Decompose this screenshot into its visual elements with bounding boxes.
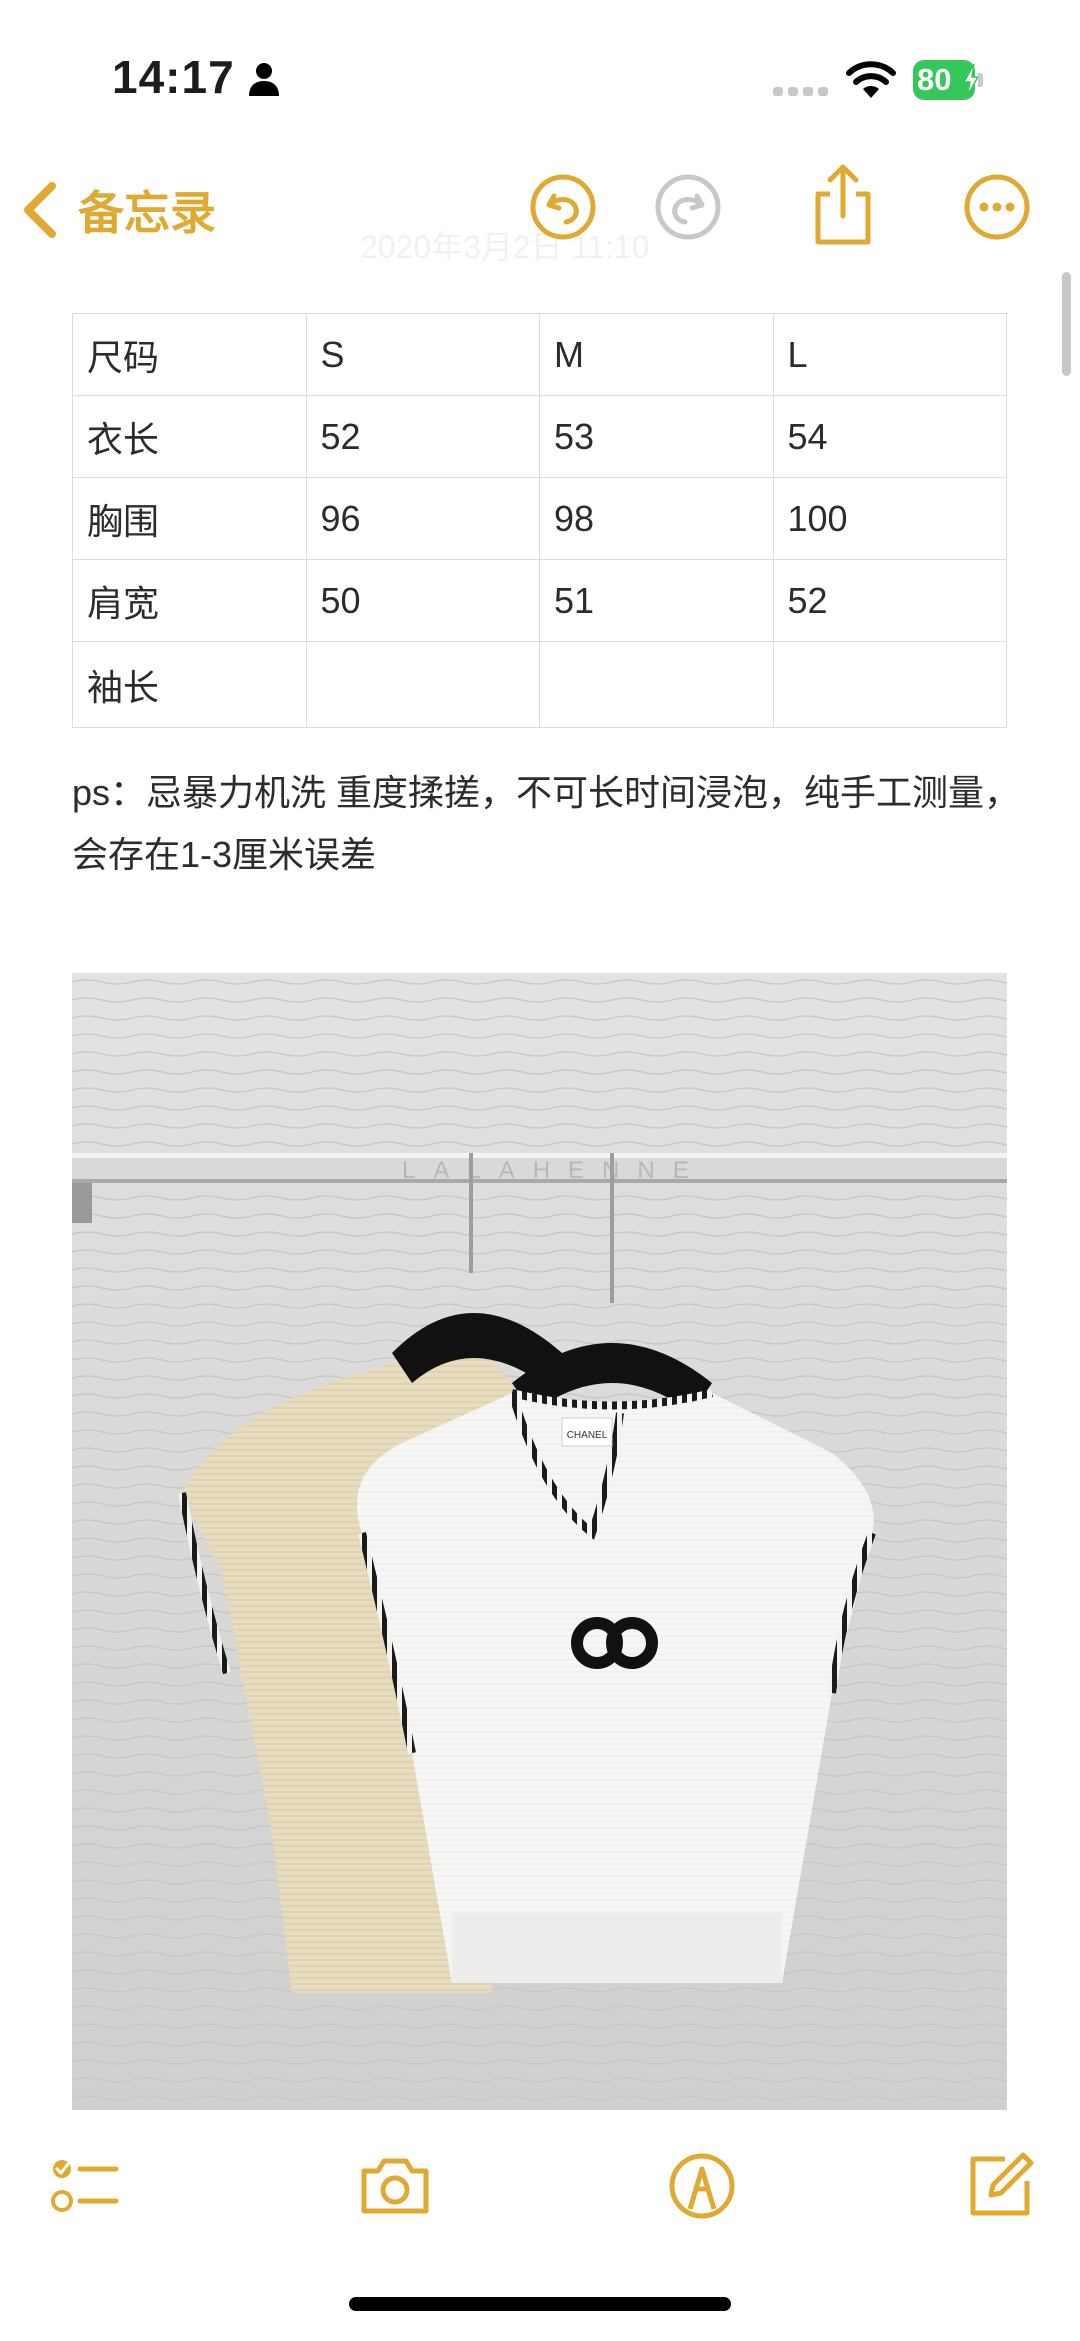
table-cell[interactable]: 袖长 xyxy=(72,641,307,728)
markup-icon[interactable] xyxy=(667,2151,737,2221)
table-cell[interactable]: 98 xyxy=(539,477,774,560)
table-cell[interactable]: 52 xyxy=(772,559,1007,642)
person-icon xyxy=(249,63,279,96)
table-row: 袖长 xyxy=(72,641,1007,728)
photo-tag: CHANEL xyxy=(567,1430,608,1441)
table-cell[interactable]: 96 xyxy=(305,477,540,560)
compose-icon[interactable] xyxy=(965,2151,1035,2221)
svg-text:LALAHENNE: LALAHENNE xyxy=(402,1157,707,1184)
photo-image: LALAHENNE CHANEL xyxy=(72,973,1007,2110)
table-cell[interactable]: 50 xyxy=(305,559,540,642)
table-cell[interactable]: 53 xyxy=(539,395,774,478)
wifi-icon xyxy=(846,61,896,98)
battery-charging-icon: 80 xyxy=(913,60,983,100)
more-icon[interactable] xyxy=(962,172,1032,242)
table-cell[interactable]: 胸围 xyxy=(72,477,307,560)
size-table[interactable]: 尺码 S M L 衣长 52 53 54 胸围 96 98 100 肩宽 50 51 52 袖长 xyxy=(72,313,1007,728)
table-cell[interactable]: S xyxy=(305,313,540,396)
product-photo[interactable]: LALAHENNE CHANEL xyxy=(72,973,1007,2110)
table-cell[interactable]: 衣长 xyxy=(72,395,307,478)
back-button[interactable]: 备忘录 xyxy=(18,170,216,250)
table-cell[interactable]: L xyxy=(772,313,1007,396)
notes-screen: 14:17 80 2020年3月2日 11:10 备忘录 尺码 S M L 衣长… xyxy=(0,0,1080,2341)
table-cell[interactable]: 100 xyxy=(772,477,1007,560)
table-row: 胸围 96 98 100 xyxy=(72,477,1007,560)
battery-level: 80 xyxy=(917,62,952,97)
note-text[interactable]: ps：忌暴力机洗 重度揉搓，不可长时间浸泡，纯手工测量，会存在1-3厘米误差 xyxy=(72,762,1022,886)
checklist-icon[interactable] xyxy=(50,2151,120,2221)
table-cell[interactable] xyxy=(539,641,774,728)
table-cell[interactable]: 51 xyxy=(539,559,774,642)
battery-cap xyxy=(978,73,983,87)
table-cell[interactable]: M xyxy=(539,313,774,396)
table-cell[interactable] xyxy=(772,641,1007,728)
redo-icon[interactable] xyxy=(653,172,723,242)
table-row: 肩宽 50 51 52 xyxy=(72,559,1007,642)
share-icon[interactable] xyxy=(808,164,878,246)
signal-icon xyxy=(773,87,828,96)
scrollbar[interactable] xyxy=(1062,272,1071,376)
table-cell[interactable] xyxy=(305,641,540,728)
table-cell[interactable]: 52 xyxy=(305,395,540,478)
table-row: 衣长 52 53 54 xyxy=(72,395,1007,478)
table-cell[interactable]: 尺码 xyxy=(72,313,307,396)
chevron-left-icon xyxy=(24,182,56,238)
table-cell[interactable]: 54 xyxy=(772,395,1007,478)
nav-bar: 备忘录 xyxy=(0,150,1080,270)
status-bar: 14:17 80 xyxy=(0,0,1080,150)
bolt-icon xyxy=(963,64,979,96)
camera-icon[interactable] xyxy=(358,2151,432,2221)
status-time: 14:17 xyxy=(112,51,235,103)
home-indicator[interactable] xyxy=(349,2297,731,2311)
back-label: 备忘录 xyxy=(78,187,216,239)
table-cell[interactable]: 肩宽 xyxy=(72,559,307,642)
undo-icon[interactable] xyxy=(528,172,598,242)
table-row: 尺码 S M L xyxy=(72,313,1007,396)
